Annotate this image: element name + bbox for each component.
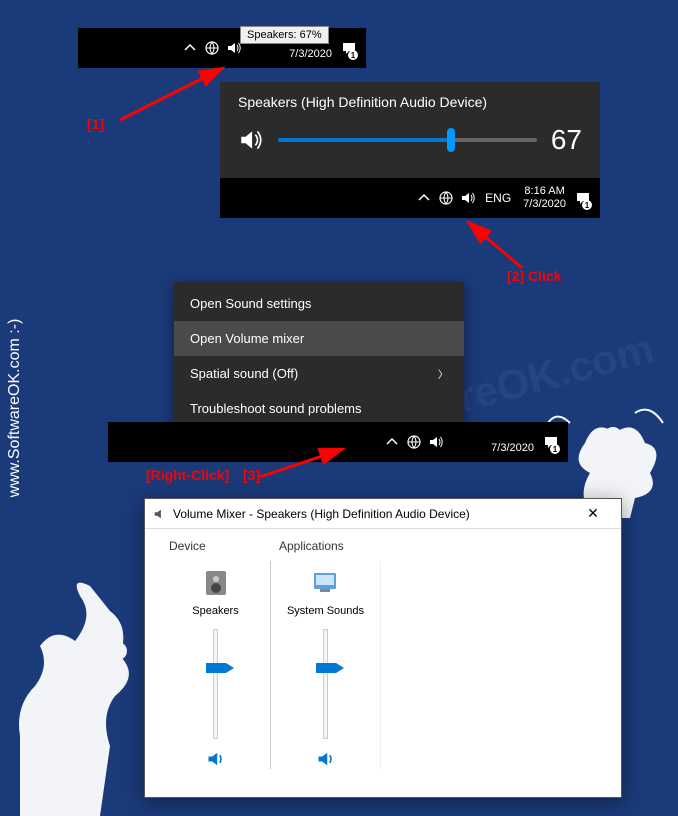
- tray-time: 8:16 AM: [523, 185, 566, 198]
- menu-label: Spatial sound (Off): [190, 366, 298, 381]
- app-mute-button[interactable]: [316, 749, 336, 769]
- volume-slider[interactable]: [278, 138, 537, 142]
- notif-badge: 1: [582, 200, 592, 210]
- taskbar-2: ENG 8:16 AM 7/3/2020 1: [220, 178, 600, 218]
- annotation-3-left: [Right-Click]: [146, 467, 229, 483]
- annotation-1: [1]: [87, 116, 104, 132]
- volume-mixer-window: Volume Mixer - Speakers (High Definition…: [144, 498, 622, 798]
- watermark-left: www.SoftwareOK.com :-): [6, 319, 24, 498]
- tray-lang[interactable]: ENG: [479, 191, 517, 205]
- taskbar-3: ENG 8:16 AM 7/3/2020 1: [108, 422, 568, 462]
- slider-thumb[interactable]: [316, 663, 336, 673]
- speaker-icon[interactable]: [238, 127, 264, 153]
- device-label: Speakers: [192, 605, 238, 619]
- menu-label: Open Sound settings: [190, 296, 311, 311]
- volume-context-menu: Open Sound settings Open Volume mixer Sp…: [174, 282, 464, 430]
- volume-value: 67: [551, 124, 582, 156]
- notif-badge: 1: [348, 50, 358, 60]
- volume-icon[interactable]: [425, 422, 447, 462]
- tray-date: 7/3/2020: [491, 442, 534, 455]
- menu-open-volume-mixer[interactable]: Open Volume mixer: [174, 321, 464, 356]
- app-icon: [153, 507, 167, 521]
- tray-date: 7/3/2020: [523, 198, 566, 211]
- tray-date: 7/3/2020: [289, 48, 332, 61]
- notifications-icon[interactable]: 1: [338, 28, 360, 68]
- menu-label: Troubleshoot sound problems: [190, 401, 362, 416]
- tray-chevron-up-icon[interactable]: [179, 28, 201, 68]
- chevron-right-icon: 〉: [438, 366, 448, 381]
- network-icon[interactable]: [435, 178, 457, 218]
- tray-datetime[interactable]: 8:16 AM 7/3/2020: [517, 185, 572, 211]
- window-title: Volume Mixer - Speakers (High Definition…: [173, 507, 470, 521]
- app-volume-slider[interactable]: [311, 629, 341, 739]
- annotation-2: [2] Click: [507, 268, 561, 284]
- tray-chevron-up-icon[interactable]: [381, 422, 403, 462]
- titlebar[interactable]: Volume Mixer - Speakers (High Definition…: [145, 499, 621, 529]
- notif-badge: 1: [550, 444, 560, 454]
- network-icon[interactable]: [403, 422, 425, 462]
- app-label: System Sounds: [287, 605, 364, 619]
- notifications-icon[interactable]: 1: [572, 178, 594, 218]
- system-sounds-icon[interactable]: [310, 567, 342, 599]
- notifications-icon[interactable]: 1: [540, 422, 562, 462]
- menu-open-sound-settings[interactable]: Open Sound settings: [174, 286, 464, 321]
- annotation-3-right: [3]: [243, 467, 260, 483]
- tray-datetime[interactable]: 8:16 AM 7/3/2020: [485, 429, 540, 455]
- slider-fill: [278, 138, 451, 142]
- menu-troubleshoot-sound[interactable]: Troubleshoot sound problems: [174, 391, 464, 426]
- volume-tooltip: Speakers: 67%: [240, 26, 329, 44]
- device-volume-slider[interactable]: [201, 629, 231, 739]
- slider-thumb[interactable]: [447, 128, 455, 152]
- arrow-2: [456, 216, 536, 276]
- slider-thumb[interactable]: [206, 663, 226, 673]
- menu-label: Open Volume mixer: [190, 331, 304, 346]
- device-header: Device: [161, 539, 271, 561]
- network-icon[interactable]: [201, 28, 223, 68]
- volume-flyout: Speakers (High Definition Audio Device) …: [220, 82, 600, 178]
- close-button[interactable]: ✕: [573, 500, 613, 528]
- device-mute-button[interactable]: [206, 749, 226, 769]
- tray-chevron-up-icon[interactable]: [413, 178, 435, 218]
- apps-header: Applications: [271, 539, 605, 561]
- flyout-title: Speakers (High Definition Audio Device): [238, 94, 582, 110]
- menu-spatial-sound[interactable]: Spatial sound (Off) 〉: [174, 356, 464, 391]
- volume-icon[interactable]: [457, 178, 479, 218]
- speakers-device-icon[interactable]: [200, 567, 232, 599]
